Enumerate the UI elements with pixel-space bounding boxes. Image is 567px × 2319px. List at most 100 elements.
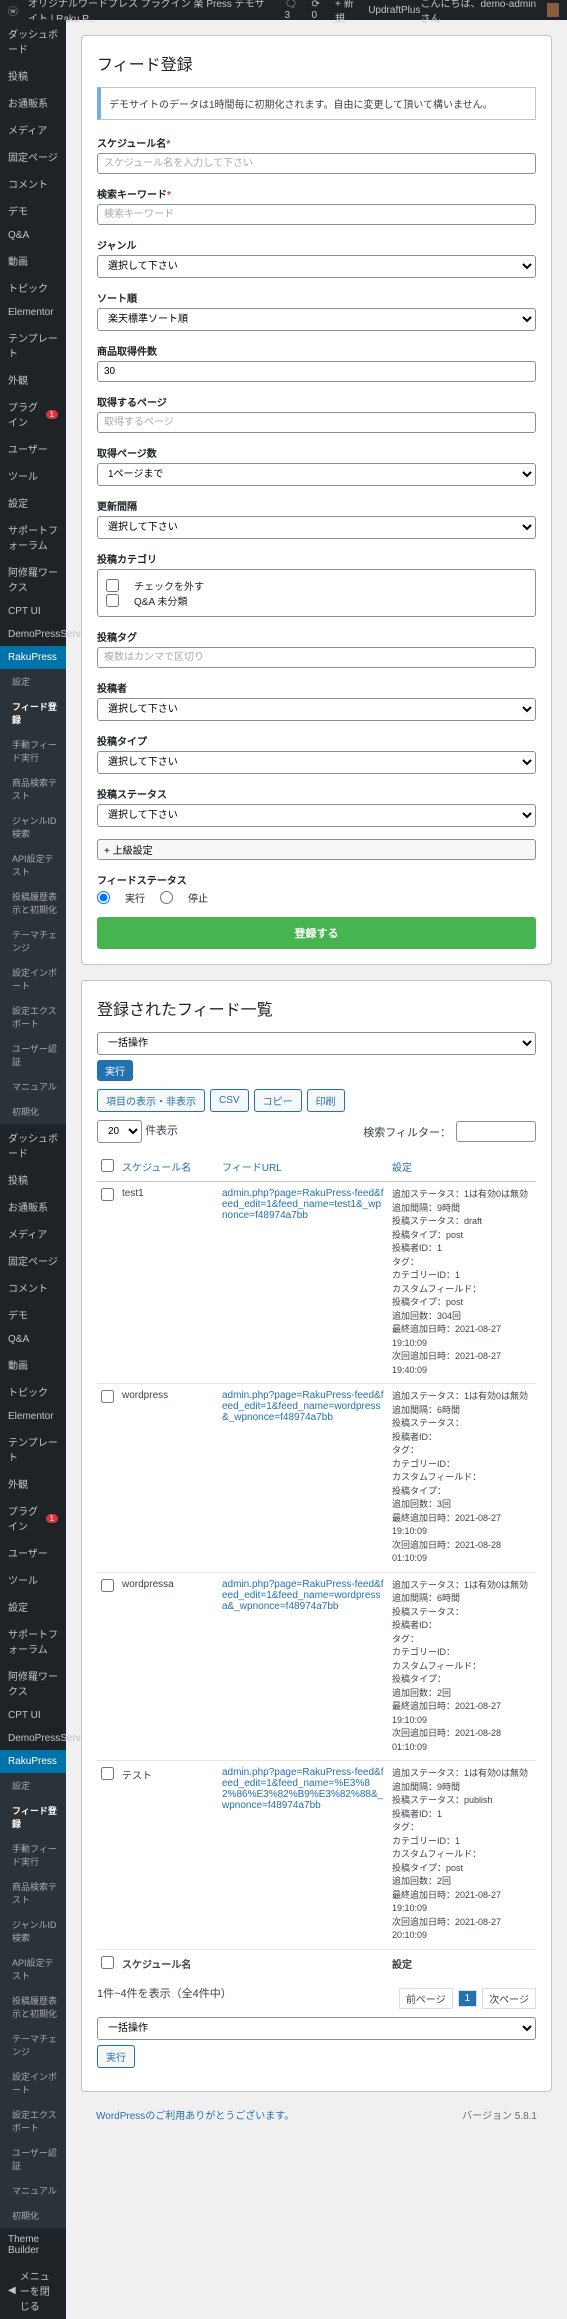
submenu-item[interactable]: ユーザー認証 [0,1036,66,1074]
sidebar-item[interactable]: Elementor [0,1405,66,1428]
submenu-item[interactable]: マニュアル [0,2178,66,2203]
sidebar-item[interactable]: DemoPressServer [0,1727,66,1750]
submenu-item[interactable]: フィード登録 [0,694,66,732]
col-url[interactable]: フィードURL [218,1153,388,1182]
sidebar-item[interactable]: ダッシュボード [0,20,66,62]
copy-button[interactable]: コピー [254,1089,302,1112]
col-set[interactable]: 設定 [388,1153,536,1182]
submenu-item[interactable]: 設定インポート [0,2064,66,2102]
submenu-item[interactable]: 投稿履歴表示と初期化 [0,1988,66,2026]
schedule-input[interactable] [97,153,536,174]
updates-count[interactable]: ⟳ 0 [312,0,326,21]
updraft-link[interactable]: UpdraftPlus [368,5,420,16]
submenu-item[interactable]: マニュアル [0,1074,66,1099]
sidebar-item[interactable]: 固定ページ [0,143,66,170]
sidebar-item[interactable]: ユーザー [0,1539,66,1566]
wp-logo[interactable]: ⓦ [8,3,18,18]
perpage-select[interactable]: 20 [97,1120,142,1143]
next-page[interactable]: 次ページ [482,1988,536,2009]
submenu-item[interactable]: ユーザー認証 [0,2140,66,2178]
submenu-item[interactable]: テーマチェンジ [0,922,66,960]
submenu-item[interactable]: 設定エクスポート [0,2102,66,2140]
theme-builder[interactable]: Theme Builder [0,2228,66,2262]
bulk-select[interactable]: 一括操作 [97,1032,536,1055]
sidebar-item[interactable]: プラグイン1 [0,1497,66,1539]
submenu-item[interactable]: 設定インポート [0,960,66,998]
row-url[interactable]: admin.php?page=RakuPress-feed&feed_edit=… [222,1767,384,1811]
wp-thanks[interactable]: WordPressのご利用ありがとうございます。 [96,2107,294,2122]
keyword-input[interactable] [97,204,536,225]
submenu-item[interactable]: API設定テスト [0,846,66,884]
row-check[interactable] [101,1579,114,1592]
bulk-select-bottom[interactable]: 一括操作 [97,2017,536,2040]
sidebar-item[interactable]: コメント [0,1274,66,1301]
run-radio[interactable] [97,891,110,904]
sidebar-item[interactable]: 外観 [0,1470,66,1497]
submenu-item[interactable]: 設定 [0,1773,66,1798]
submenu-item[interactable]: 設定エクスポート [0,998,66,1036]
submenu-item[interactable]: 投稿履歴表示と初期化 [0,884,66,922]
submenu-item[interactable]: 手動フィード実行 [0,732,66,770]
bulk-apply[interactable]: 実行 [97,1060,133,1081]
row-url[interactable]: admin.php?page=RakuPress-feed&feed_edit=… [222,1390,384,1423]
sidebar-item[interactable]: DemoPressServer [0,623,66,646]
status-select[interactable]: 選択して下さい [97,804,536,827]
sidebar-item[interactable]: テンプレート [0,324,66,366]
submenu-item[interactable]: ジャンルID検索 [0,1912,66,1950]
sidebar-item[interactable]: テンプレート [0,1428,66,1470]
submenu-item[interactable]: API設定テスト [0,1950,66,1988]
sidebar-item[interactable]: メディア [0,1220,66,1247]
sidebar-item[interactable]: 設定 [0,1593,66,1620]
sidebar-item[interactable]: コメント [0,170,66,197]
csv-button[interactable]: CSV [210,1089,249,1112]
cat-qa[interactable] [106,594,119,607]
author-select[interactable]: 選択して下さい [97,698,536,721]
sidebar-item[interactable]: 投稿 [0,1166,66,1193]
submenu-item[interactable]: 商品検索テスト [0,1874,66,1912]
sidebar-item[interactable]: ツール [0,462,66,489]
sidebar-item[interactable]: CPT UI [0,1704,66,1727]
row-check[interactable] [101,1188,114,1201]
toggle-cols[interactable]: 項目の表示・非表示 [97,1089,205,1112]
select-all[interactable] [101,1159,114,1172]
comments-count[interactable]: 🗨 3 [284,0,301,21]
submit-button[interactable]: 登録する [97,917,536,949]
type-select[interactable]: 選択して下さい [97,751,536,774]
genre-select[interactable]: 選択して下さい [97,255,536,278]
sidebar-item[interactable]: ツール [0,1566,66,1593]
sidebar-item[interactable]: 投稿 [0,62,66,89]
row-url[interactable]: admin.php?page=RakuPress-feed&feed_edit=… [222,1579,384,1612]
sidebar-item[interactable]: トピック [0,1378,66,1405]
page-input[interactable] [97,412,536,433]
row-check[interactable] [101,1390,114,1403]
sidebar-item[interactable]: 動画 [0,1351,66,1378]
avatar[interactable] [547,3,559,17]
sidebar-item[interactable]: プラグイン1 [0,393,66,435]
submenu-item[interactable]: 設定 [0,669,66,694]
sort-select[interactable]: 楽天標準ソート順 [97,308,536,331]
submenu-item[interactable]: ジャンルID検索 [0,808,66,846]
sidebar-item[interactable]: RakuPress [0,1750,66,1773]
submenu-item[interactable]: テーマチェンジ [0,2026,66,2064]
submenu-item[interactable]: 商品検索テスト [0,770,66,808]
sidebar-item[interactable]: 阿修羅ワークス [0,1662,66,1704]
pagecount-select[interactable]: 1ページまで [97,463,536,486]
sidebar-item[interactable]: 固定ページ [0,1247,66,1274]
search-input[interactable] [456,1121,536,1142]
sidebar-item[interactable]: ユーザー [0,435,66,462]
sidebar-item[interactable]: Elementor [0,301,66,324]
sidebar-item[interactable]: 外観 [0,366,66,393]
sidebar-item[interactable]: 設定 [0,489,66,516]
print-button[interactable]: 印刷 [307,1089,345,1112]
advanced-toggle[interactable] [97,839,536,860]
submenu-item[interactable]: フィード登録 [0,1798,66,1836]
submenu-item[interactable]: 初期化 [0,1099,66,1124]
interval-select[interactable]: 選択して下さい [97,516,536,539]
sidebar-item[interactable]: お通販系 [0,89,66,116]
submenu-item[interactable]: 手動フィード実行 [0,1836,66,1874]
sidebar-item[interactable]: サポートフォーラム [0,516,66,558]
select-all-bottom[interactable] [101,1956,114,1969]
sidebar-item[interactable]: RakuPress [0,646,66,669]
sidebar-item[interactable]: ダッシュボード [0,1124,66,1166]
sidebar-item[interactable]: Q&A [0,224,66,247]
